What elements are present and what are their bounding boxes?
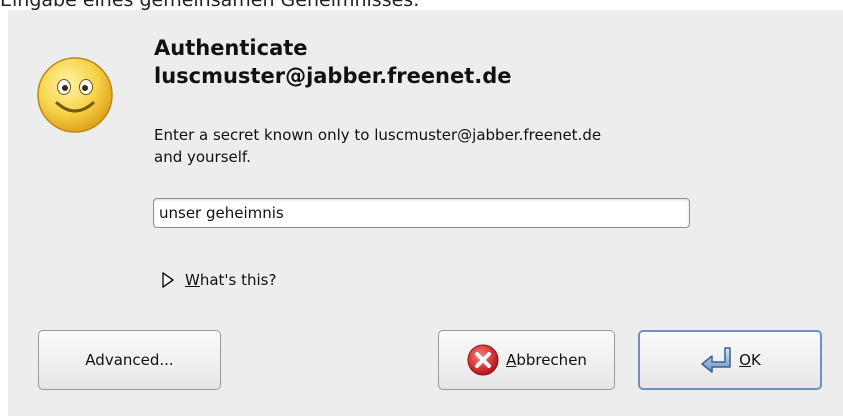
window-caption: Eingabe eines gemeinsamen Geheimnisses: xyxy=(0,0,420,11)
authenticate-dialog: Authenticate luscmuster@jabber.freenet.d… xyxy=(8,10,843,416)
message-line2: and yourself. xyxy=(154,148,251,166)
secret-input[interactable] xyxy=(153,198,690,228)
cancel-label: Abbrechen xyxy=(506,351,587,369)
whats-this-expander[interactable]: What's this? xyxy=(161,268,276,292)
cancel-x-icon xyxy=(467,344,499,376)
ok-return-arrow-icon xyxy=(701,347,731,373)
expander-triangle-icon xyxy=(162,272,174,288)
smiley-face-icon xyxy=(37,57,113,133)
whats-this-label: What's this? xyxy=(185,271,277,289)
message-line1: Enter a secret known only to luscmuster@… xyxy=(154,126,602,144)
ok-label: OK xyxy=(739,351,761,369)
title-line1: Authenticate xyxy=(154,36,308,60)
ok-button[interactable]: OK xyxy=(638,330,822,390)
dialog-message: Enter a secret known only to luscmuster@… xyxy=(154,124,754,168)
advanced-button[interactable]: Advanced... xyxy=(38,330,221,390)
dialog-title: Authenticate luscmuster@jabber.freenet.d… xyxy=(154,34,512,90)
advanced-label: Advanced... xyxy=(85,351,174,369)
cancel-button[interactable]: Abbrechen xyxy=(438,330,615,390)
title-line2: luscmuster@jabber.freenet.de xyxy=(154,64,512,88)
